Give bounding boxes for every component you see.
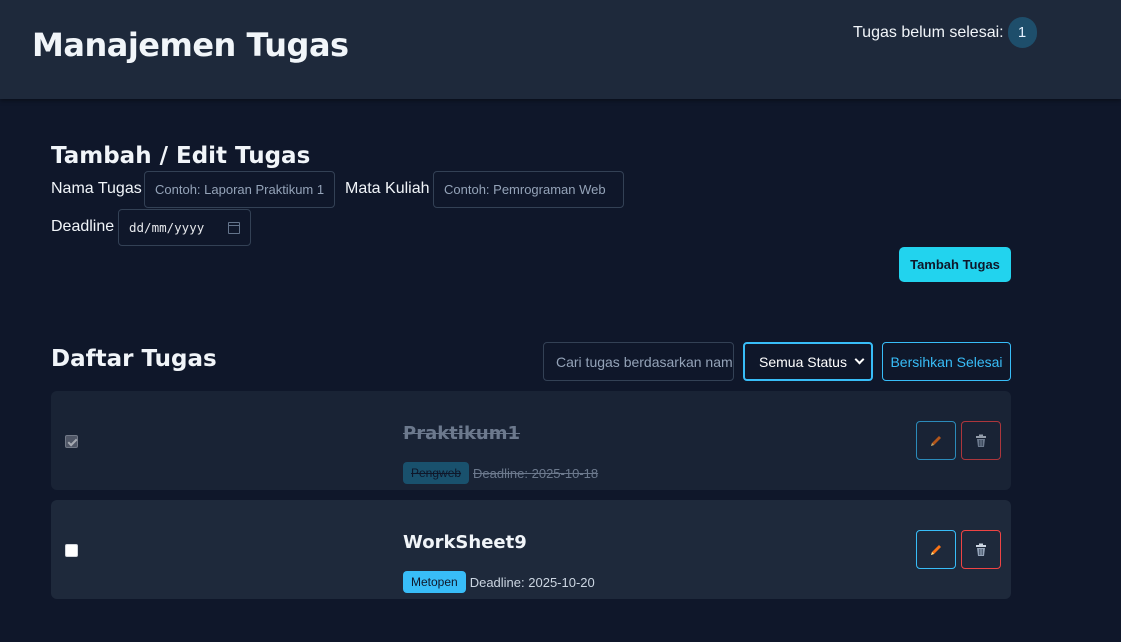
course-badge: Pengweb xyxy=(403,462,470,484)
pencil-icon xyxy=(931,435,941,446)
delete-task-button[interactable] xyxy=(961,530,1001,569)
task-item: WorkSheet9 Metopen Deadline: 2025-10-20 xyxy=(51,500,1011,599)
trash-icon xyxy=(976,434,986,447)
status-filter-value: Semua Status xyxy=(759,353,847,370)
page-title: Manajemen Tugas xyxy=(32,26,349,64)
task-name: Praktikum1 xyxy=(403,423,521,444)
clear-completed-button[interactable]: Bersihkan Selesai xyxy=(882,342,1011,381)
status-filter-select[interactable]: Semua Status xyxy=(743,342,873,381)
chevron-down-icon xyxy=(854,354,865,365)
delete-task-button[interactable] xyxy=(961,421,1001,460)
deadline-prefix: Deadline: xyxy=(469,574,525,590)
task-item: Praktikum1 Pengweb Deadline: 2025-10-18 xyxy=(51,391,1011,490)
task-deadline: Deadline: 2025-10-18 xyxy=(473,466,598,481)
calendar-icon[interactable] xyxy=(228,221,240,234)
pending-count-badge: 1 xyxy=(1007,17,1037,48)
task-deadline: Deadline: 2025-10-20 xyxy=(470,575,595,590)
deadline-label: Deadline xyxy=(51,218,115,235)
task-meta: Pengweb Deadline: 2025-10-18 xyxy=(403,462,598,484)
course-input[interactable]: Contoh: Pemrograman Web xyxy=(433,171,624,208)
course-label: Mata Kuliah xyxy=(345,180,430,197)
task-name: WorkSheet9 xyxy=(403,532,527,553)
edit-task-button[interactable] xyxy=(916,421,956,460)
edit-task-button[interactable] xyxy=(916,530,956,569)
deadline-placeholder: dd/mm/yyyy xyxy=(129,220,205,235)
app-header: Manajemen Tugas Tugas belum selesai: 1 xyxy=(0,0,1121,99)
task-list-title: Daftar Tugas xyxy=(51,346,217,372)
pending-counter: Tugas belum selesai: 1 xyxy=(853,17,1037,48)
deadline-value: 2025-10-18 xyxy=(531,465,599,481)
deadline-prefix: Deadline: xyxy=(473,465,528,481)
trash-icon xyxy=(976,543,986,556)
task-name-input[interactable]: Contoh: Laporan Praktikum 1 xyxy=(144,171,335,208)
pending-label: Tugas belum selesai: xyxy=(853,23,1004,41)
task-done-checkbox[interactable] xyxy=(65,435,78,448)
search-input[interactable]: Cari tugas berdasarkan nama xyxy=(543,342,734,381)
task-name-label: Nama Tugas xyxy=(51,180,142,197)
task-meta: Metopen Deadline: 2025-10-20 xyxy=(403,571,595,593)
deadline-value: 2025-10-20 xyxy=(528,574,595,590)
form-title: Tambah / Edit Tugas xyxy=(51,143,311,169)
task-done-checkbox[interactable] xyxy=(65,544,78,557)
add-task-button[interactable]: Tambah Tugas xyxy=(899,247,1011,282)
pencil-icon xyxy=(931,544,941,555)
deadline-input[interactable]: dd/mm/yyyy xyxy=(118,209,251,246)
course-badge: Metopen xyxy=(403,571,466,593)
